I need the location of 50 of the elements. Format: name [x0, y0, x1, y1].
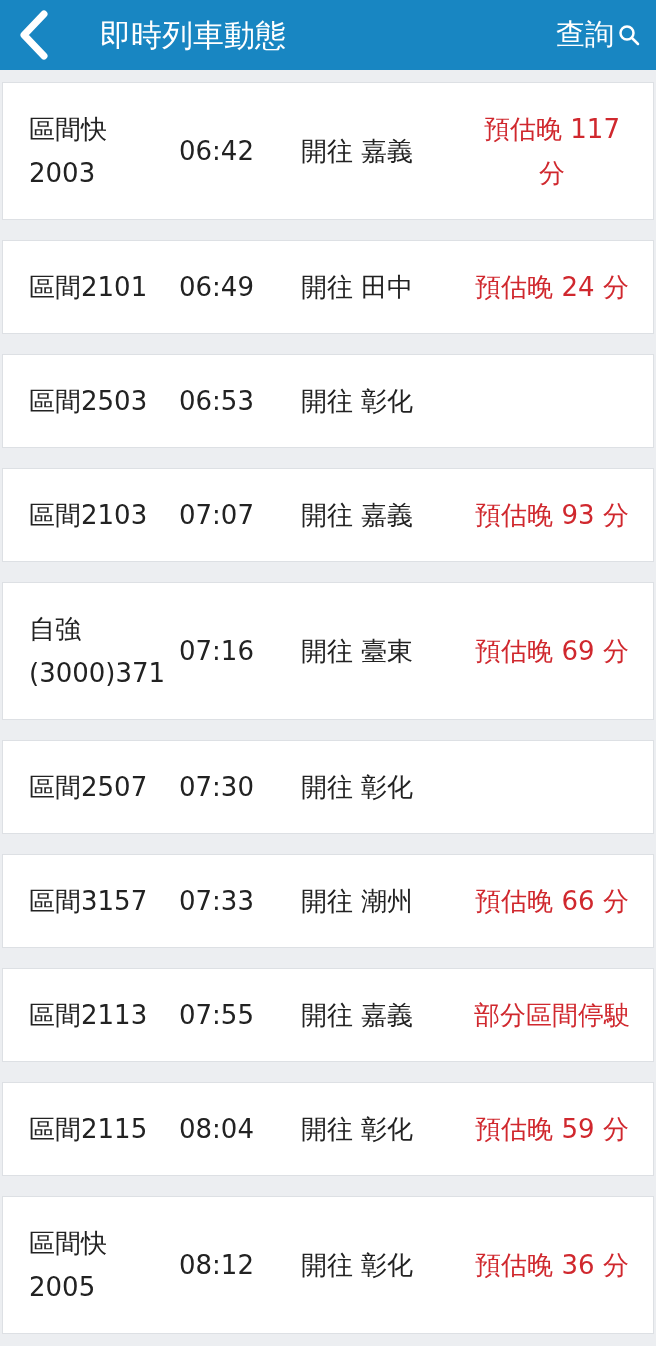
train-name: 區間快 2003	[29, 113, 108, 190]
search-icon	[618, 24, 640, 46]
train-name: 區間2503	[29, 385, 149, 418]
train-row[interactable]: 區間快 2005 08:12 開往 彰化 預估晚 36 分	[2, 1196, 654, 1334]
destination: 開往 嘉義	[301, 999, 415, 1032]
destination: 開往 彰化	[301, 385, 415, 418]
search-button[interactable]: 查詢	[556, 13, 640, 57]
screen-title: 即時列車動態	[100, 15, 287, 55]
train-name: 區間2103	[29, 499, 149, 532]
departure-time: 08:04	[179, 1113, 255, 1146]
departure-time: 07:16	[179, 635, 255, 668]
departure-time: 07:07	[179, 499, 255, 532]
departure-time: 06:49	[179, 271, 255, 304]
delay-status: 預估晚 36 分	[475, 1249, 629, 1282]
delay-status: 預估晚 117 分	[484, 113, 620, 190]
delay-status: 預估晚 69 分	[475, 635, 629, 668]
delay-status: 預估晚 59 分	[475, 1113, 629, 1146]
train-row[interactable]: 區間3157 07:33 開往 潮州 預估晚 66 分	[2, 854, 654, 948]
delay-status: 預估晚 66 分	[475, 885, 629, 918]
destination: 開往 彰化	[301, 1113, 415, 1146]
train-name: 區間2507	[29, 771, 149, 804]
train-row[interactable]: 區間快 2003 06:42 開往 嘉義 預估晚 117 分	[2, 82, 654, 220]
train-name: 區間2113	[29, 999, 149, 1032]
delay-status: 預估晚 24 分	[475, 271, 629, 304]
train-row[interactable]: 區間2115 08:04 開往 彰化 預估晚 59 分	[2, 1082, 654, 1176]
train-row[interactable]: 區間2113 07:55 開往 嘉義 部分區間停駛	[2, 968, 654, 1062]
train-name: 區間2101	[29, 271, 149, 304]
departure-time: 07:33	[179, 885, 255, 918]
destination: 開往 彰化	[301, 1249, 415, 1282]
train-name: 區間3157	[29, 885, 149, 918]
departure-time: 07:55	[179, 999, 255, 1032]
train-row[interactable]: 區間2507 07:30 開往 彰化	[2, 740, 654, 834]
destination: 開往 彰化	[301, 771, 415, 804]
delay-status: 部分區間停駛	[474, 999, 630, 1032]
delay-status: 預估晚 93 分	[475, 499, 629, 532]
train-name: 區間2115	[29, 1113, 149, 1146]
train-row[interactable]: 區間2101 06:49 開往 田中 預估晚 24 分	[2, 240, 654, 334]
destination: 開往 潮州	[301, 885, 415, 918]
train-name: 自強 (3000)371	[29, 613, 167, 690]
departure-time: 06:53	[179, 385, 255, 418]
destination: 開往 田中	[301, 271, 415, 304]
departure-time: 06:42	[179, 135, 255, 168]
destination: 開往 嘉義	[301, 499, 415, 532]
train-name: 區間快 2005	[29, 1227, 108, 1304]
departure-time: 08:12	[179, 1249, 255, 1282]
destination: 開往 臺東	[301, 635, 415, 668]
train-row[interactable]: 區間2503 06:53 開往 彰化	[2, 354, 654, 448]
train-row[interactable]: 區間2103 07:07 開往 嘉義 預估晚 93 分	[2, 468, 654, 562]
destination: 開往 嘉義	[301, 135, 415, 168]
departure-time: 07:30	[179, 771, 255, 804]
